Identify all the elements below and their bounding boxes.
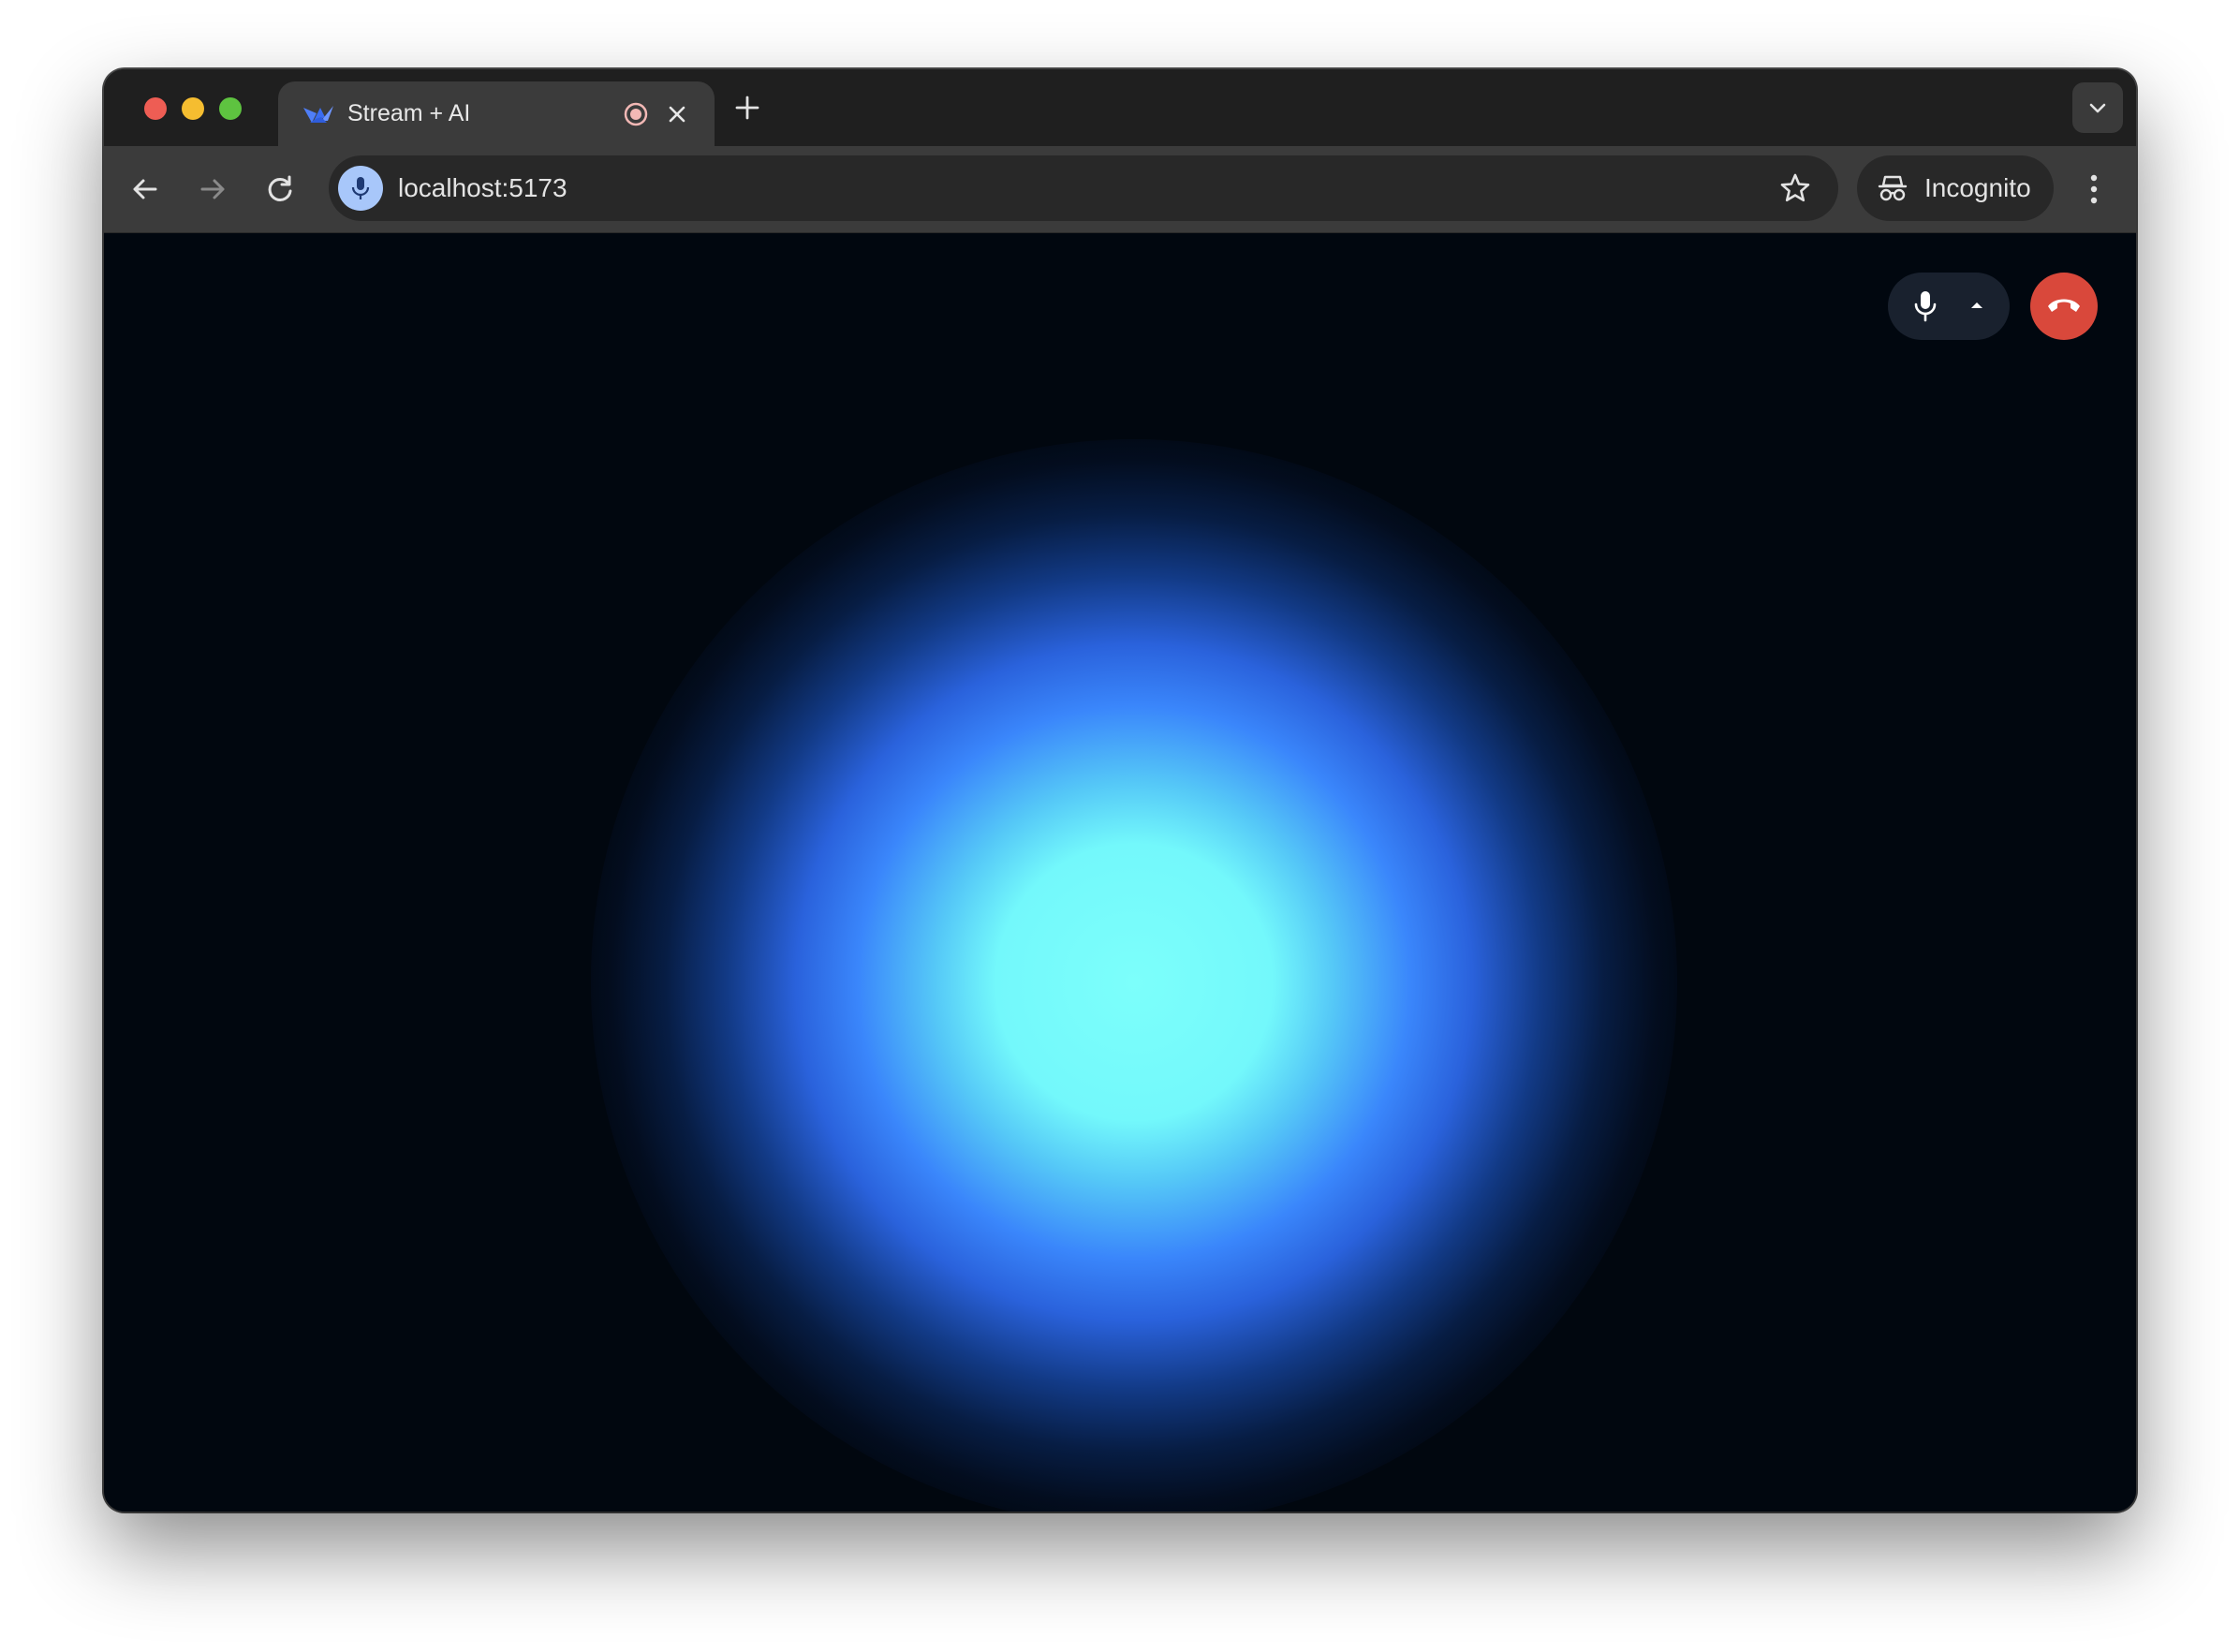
more-vertical-icon[interactable] [2077, 169, 2111, 210]
incognito-label: Incognito [1924, 173, 2031, 202]
close-icon[interactable] [664, 101, 690, 127]
url-text: localhost:5173 [398, 173, 567, 202]
audio-visualizer-orb [591, 439, 1677, 1512]
hang-up-button[interactable] [2030, 273, 2098, 340]
site-microphone-indicator[interactable] [338, 166, 383, 211]
chevron-down-icon [2089, 103, 2106, 113]
plus-icon[interactable] [731, 92, 763, 124]
title-bar: Stream + AI [104, 69, 2136, 146]
phone-hangup-icon [2048, 299, 2080, 312]
caret-up-icon[interactable] [1968, 299, 1985, 317]
tab-search-button[interactable] [2072, 82, 2123, 133]
arrow-left-icon[interactable] [125, 169, 166, 210]
arrow-right-icon[interactable] [192, 169, 233, 210]
tab-title: Stream + AI [347, 100, 471, 126]
browser-window: Stream + AI localhost:5173 Incognito [104, 69, 2136, 1512]
browser-tab[interactable]: Stream + AI [278, 81, 715, 146]
microphone-control[interactable] [1888, 273, 2010, 340]
reload-icon[interactable] [259, 169, 301, 210]
incognito-button[interactable]: Incognito [1857, 155, 2054, 221]
star-icon[interactable] [1778, 171, 1812, 205]
browser-toolbar: localhost:5173 Incognito [104, 146, 2136, 233]
close-window-button[interactable] [144, 97, 167, 120]
maximize-window-button[interactable] [219, 97, 242, 120]
microphone-icon[interactable] [1912, 289, 1938, 328]
incognito-icon [1878, 175, 1908, 201]
minimize-window-button[interactable] [182, 97, 204, 120]
microphone-icon [351, 177, 370, 199]
address-bar[interactable]: localhost:5173 [329, 155, 1838, 221]
stream-logo-icon [302, 102, 334, 126]
page-content [104, 233, 2136, 1512]
record-icon [623, 101, 649, 127]
